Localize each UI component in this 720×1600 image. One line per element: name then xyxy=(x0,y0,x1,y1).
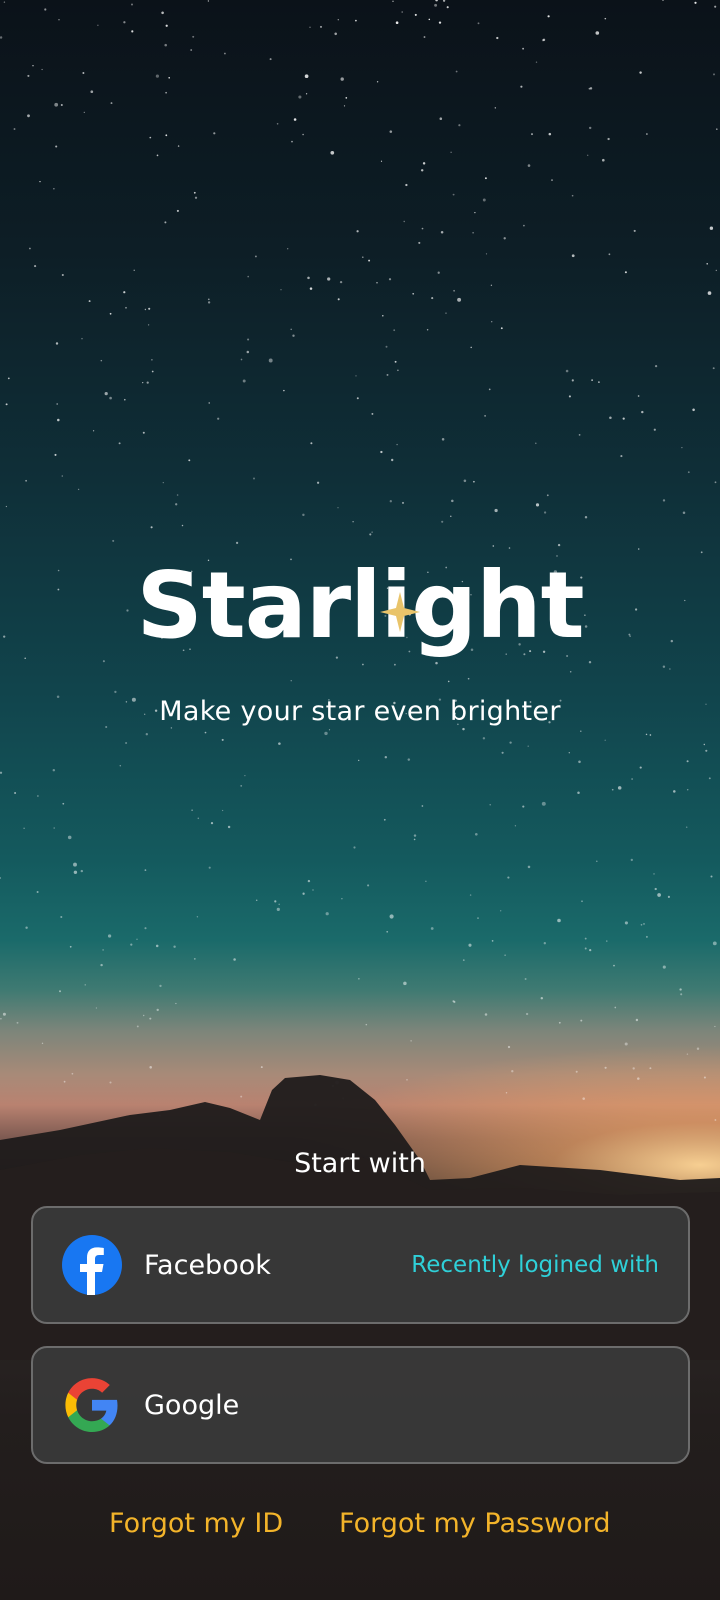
forgot-password-link[interactable]: Forgot my Password xyxy=(339,1508,611,1539)
tagline: Make your star even brighter xyxy=(159,696,561,727)
app-logo: Starlight xyxy=(136,560,584,652)
facebook-label: Facebook xyxy=(144,1249,271,1281)
brand-block: Starlight Make your star even brighter xyxy=(0,560,720,728)
google-label: Google xyxy=(144,1389,240,1421)
recovery-links: Forgot my ID Forgot my Password xyxy=(0,1508,720,1548)
sparkle-star-icon xyxy=(380,592,421,632)
facebook-icon xyxy=(62,1235,122,1295)
login-heading: Start with xyxy=(294,1148,426,1179)
google-icon xyxy=(65,1378,118,1432)
login-screen: Starlight Make your star even brighter S… xyxy=(0,0,720,1600)
google-login-button[interactable]: Google xyxy=(31,1346,690,1464)
facebook-login-button[interactable]: Facebook Recently logined with xyxy=(31,1206,690,1324)
recent-login-badge: Recently logined with xyxy=(411,1252,659,1278)
forgot-id-link[interactable]: Forgot my ID xyxy=(109,1508,283,1539)
app-name: Starlight xyxy=(136,552,584,659)
